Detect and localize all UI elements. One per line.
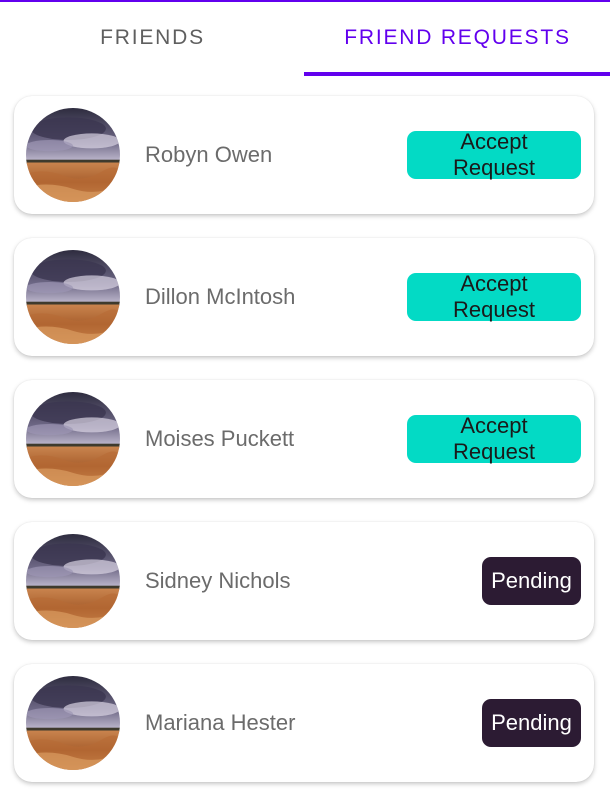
avatar [26, 250, 120, 344]
requester-name: Robyn Owen [145, 142, 273, 167]
accept-request-button[interactable]: Accept Request [407, 129, 581, 180]
pending-button[interactable]: Pending [482, 557, 581, 605]
request-card: Mariana Hester Pending [14, 664, 594, 782]
requester-name: Moises Puckett [145, 426, 295, 451]
tab-bar: FRIENDS FRIEND REQUESTS [0, 2, 610, 75]
request-card: Sidney Nichols Pending [14, 522, 594, 640]
requester-name: Mariana Hester [145, 710, 296, 735]
request-card: Moises Puckett Accept Request [14, 380, 594, 498]
avatar [26, 392, 120, 486]
tab-friend-requests[interactable]: FRIEND REQUESTS [305, 2, 610, 75]
requester-name: Dillon McIntosh [145, 284, 296, 309]
pending-button[interactable]: Pending [482, 699, 581, 747]
avatar [26, 534, 120, 628]
active-tab-indicator [304, 72, 610, 76]
avatar [26, 676, 120, 770]
request-card: Robyn Owen Accept Request [14, 96, 594, 214]
request-card: Dillon McIntosh Accept Request [14, 238, 594, 356]
avatar [26, 108, 120, 202]
tab-friends[interactable]: FRIENDS [0, 2, 305, 75]
accept-request-button[interactable]: Accept Request [407, 413, 581, 464]
requester-name: Sidney Nichols [145, 568, 291, 593]
accept-request-button[interactable]: Accept Request [407, 271, 581, 322]
